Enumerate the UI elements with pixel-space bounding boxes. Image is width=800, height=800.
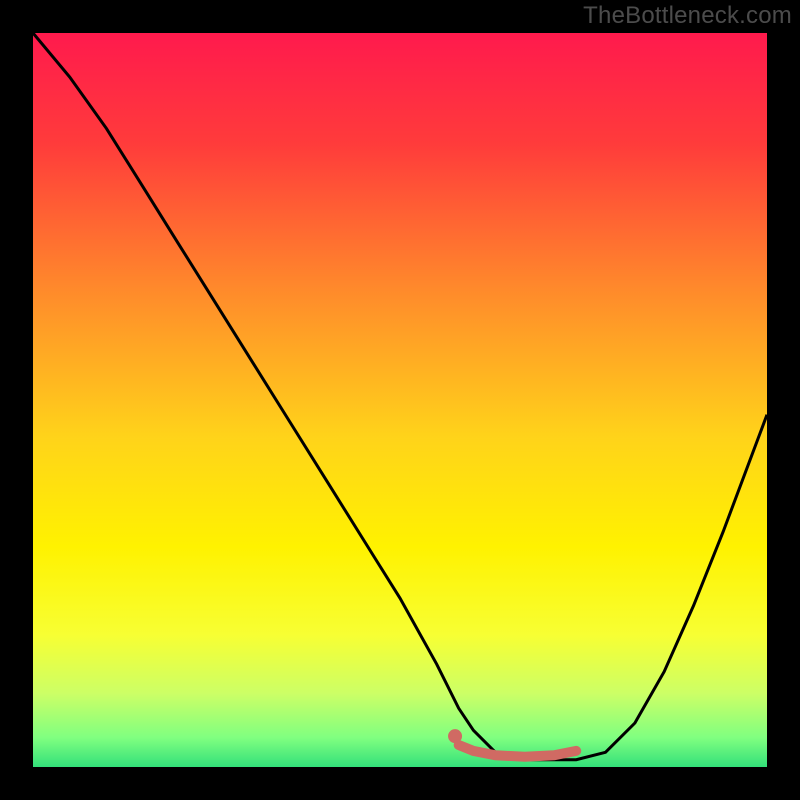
optimal-marker xyxy=(448,729,462,743)
plot-background xyxy=(33,33,767,767)
watermark-text: TheBottleneck.com xyxy=(583,2,792,30)
chart-frame: TheBottleneck.com xyxy=(0,0,800,800)
chart-svg xyxy=(0,0,800,800)
